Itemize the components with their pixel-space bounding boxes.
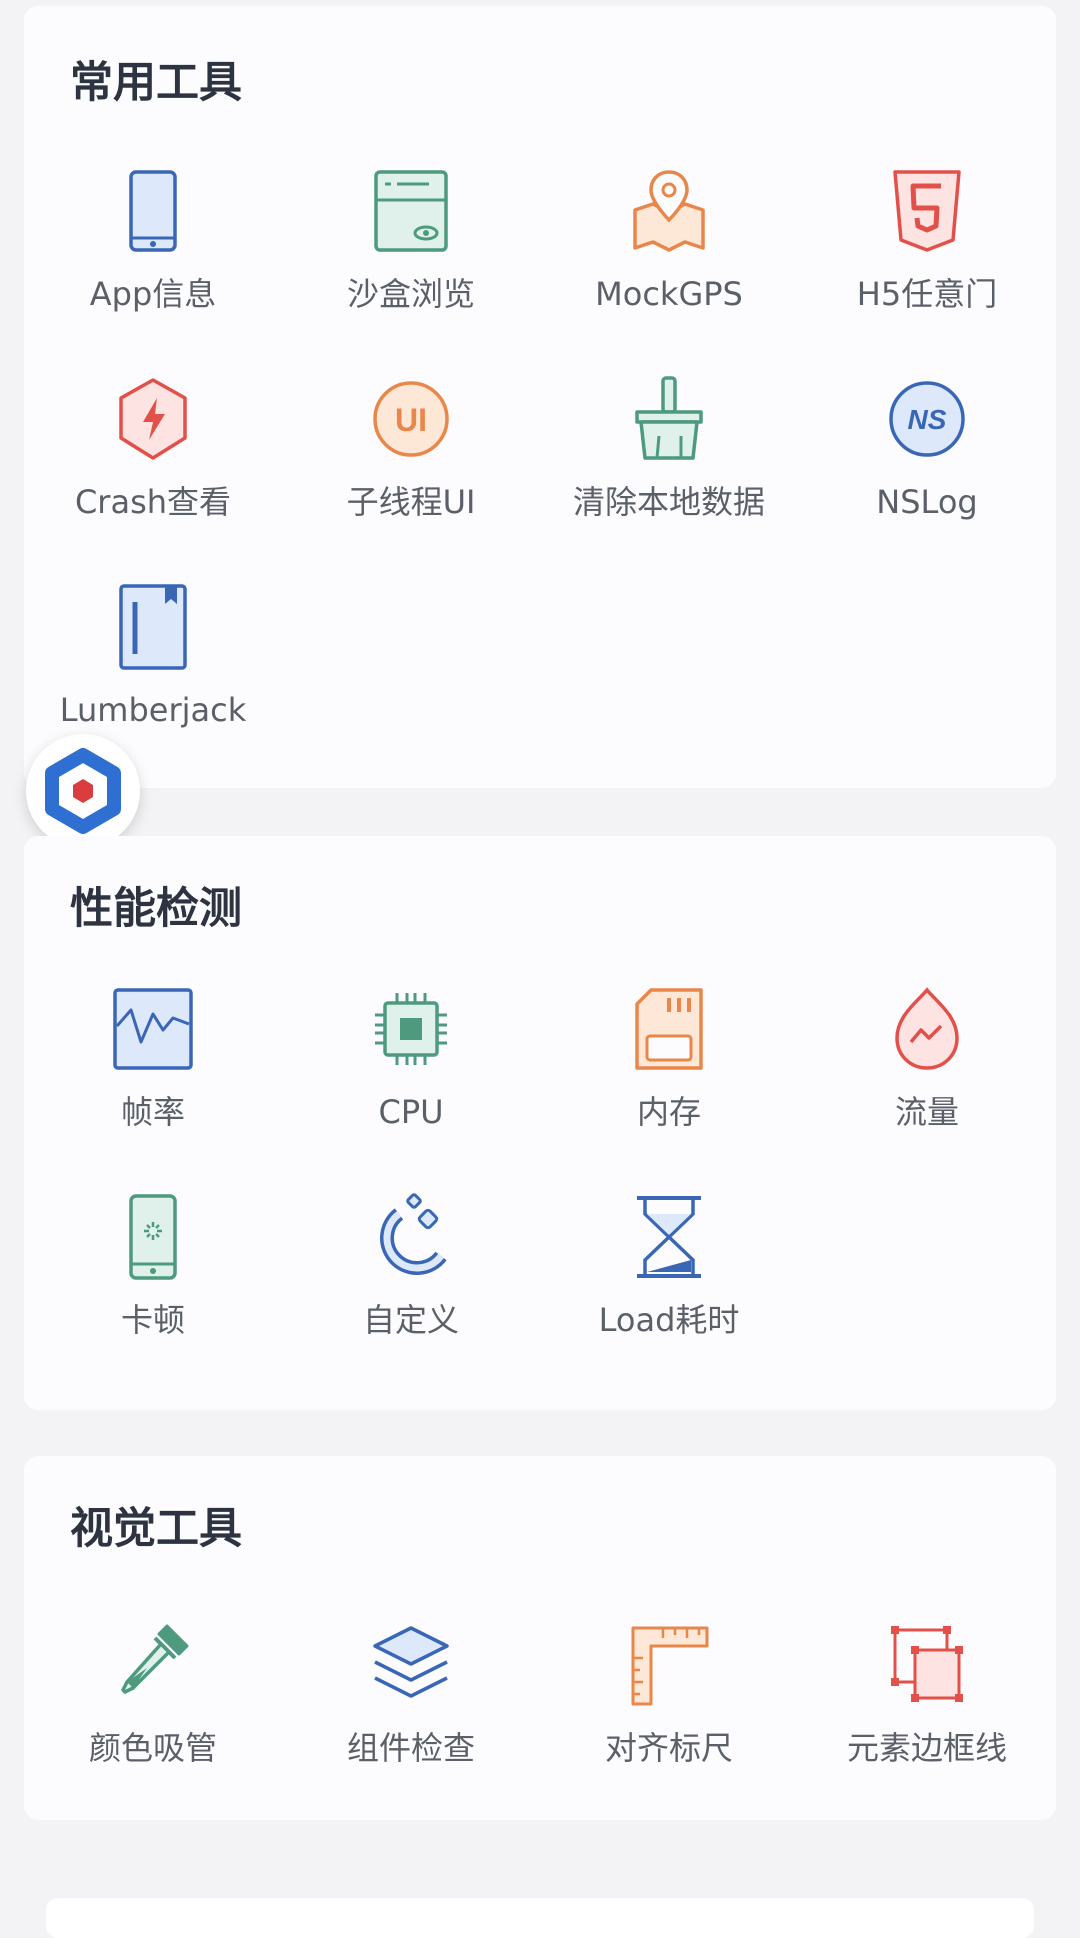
common-tools-card: 常用工具 App信息 沙盒浏览 MockGPS H5任意门 Crash查看 UI [24,6,1056,788]
tool-load-time[interactable]: Load耗时 [540,1192,798,1392]
tool-element-border[interactable]: 元素边框线 [798,1620,1056,1820]
tool-label: 清除本地数据 [572,483,765,521]
section-title: 性能检测 [70,884,242,934]
tool-color-picker[interactable]: 颜色吸管 [24,1620,282,1820]
tool-label: 颜色吸管 [88,1729,217,1767]
tool-label: H5任意门 [856,275,998,313]
tool-component-check[interactable]: 组件检查 [282,1620,540,1820]
ruler-icon [629,1620,709,1710]
tool-label: 内存 [636,1093,701,1131]
tool-label: CPU [378,1093,444,1131]
custom-magnet-icon [371,1192,451,1282]
eyedropper-icon [113,1620,193,1710]
tool-label: Crash查看 [74,483,232,521]
cpu-chip-icon [371,984,451,1074]
border-frame-icon [887,1620,967,1710]
book-icon [113,582,193,672]
map-pin-icon [629,166,709,256]
tool-label: MockGPS [595,275,743,313]
tool-memory[interactable]: 内存 [540,984,798,1184]
tool-label: 帧率 [120,1093,185,1131]
hourglass-icon [629,1192,709,1282]
tool-label: 流量 [894,1093,959,1131]
doraemon-logo-icon [26,734,140,848]
phone-info-icon [113,166,193,256]
phone-loading-icon [113,1192,193,1282]
tool-label: 元素边框线 [846,1729,1007,1767]
layers-icon [371,1620,451,1710]
next-card-edge [46,1898,1034,1938]
tool-label: App信息 [89,275,217,313]
crash-bolt-icon [113,374,193,464]
tool-h5-door[interactable]: H5任意门 [798,166,1056,366]
traffic-drop-icon [887,984,967,1074]
nslog-icon: NS [887,374,967,464]
tool-subthread-ui[interactable]: UI 子线程UI [282,374,540,574]
ui-circle-icon: UI [371,374,451,464]
tool-crash[interactable]: Crash查看 [24,374,282,574]
section-title: 视觉工具 [70,1504,242,1554]
frame-rate-icon [113,984,193,1074]
tool-label: Lumberjack [59,691,247,729]
tool-label: 自定义 [362,1301,459,1339]
tool-sandbox[interactable]: 沙盒浏览 [282,166,540,366]
sandbox-browser-icon [371,166,451,256]
floating-entry-button[interactable] [26,734,140,848]
tool-label: 组件检查 [346,1729,475,1767]
svg-text:UI: UI [395,402,427,438]
svg-text:NS: NS [908,404,947,435]
section-title: 常用工具 [70,58,242,108]
tool-label: NSLog [876,483,978,521]
tool-traffic[interactable]: 流量 [798,984,1056,1184]
html5-icon [887,166,967,256]
broom-icon [629,374,709,464]
tool-frame-rate[interactable]: 帧率 [24,984,282,1184]
tool-label: 对齐标尺 [604,1729,733,1767]
tool-nslog[interactable]: NS NSLog [798,374,1056,574]
visual-tools-card: 视觉工具 颜色吸管 组件检查 对齐标尺 元素边框线 [24,1456,1056,1820]
tool-app-info[interactable]: App信息 [24,166,282,366]
tool-label: Load耗时 [598,1301,740,1339]
tool-label: 子线程UI [346,483,476,521]
performance-card: 性能检测 帧率 CPU 内存 流量 卡顿 自定义 Load耗时 [24,836,1056,1410]
tool-label: 沙盒浏览 [346,275,475,313]
tool-clear-data[interactable]: 清除本地数据 [540,374,798,574]
tool-cpu[interactable]: CPU [282,984,540,1184]
tool-custom[interactable]: 自定义 [282,1192,540,1392]
tool-align-ruler[interactable]: 对齐标尺 [540,1620,798,1820]
tool-label: 卡顿 [120,1301,185,1339]
tool-mock-gps[interactable]: MockGPS [540,166,798,366]
memory-card-icon [629,984,709,1074]
tool-lag[interactable]: 卡顿 [24,1192,282,1392]
